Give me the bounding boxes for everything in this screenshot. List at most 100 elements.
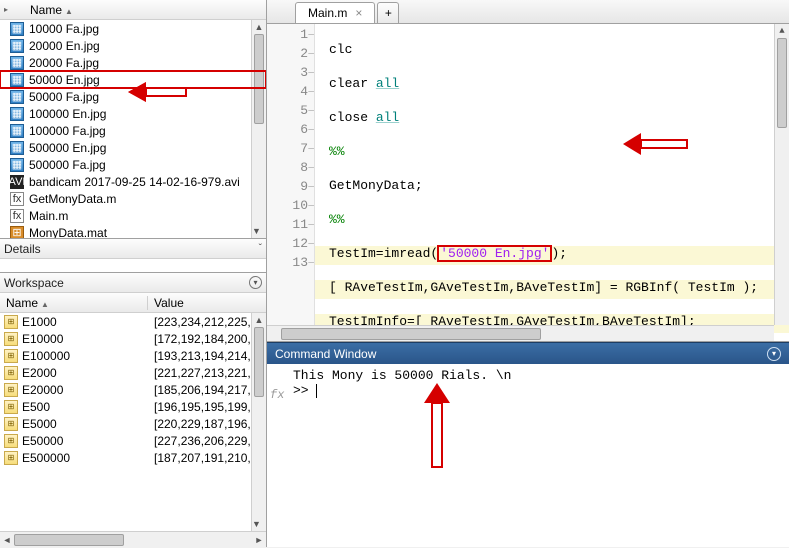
- var-value: [221,227,213,221,203,.: [148, 366, 266, 380]
- var-name: E2000: [22, 366, 57, 380]
- scroll-thumb[interactable]: [14, 534, 124, 546]
- file-row[interactable]: ▦100000 En.jpg: [0, 105, 266, 122]
- fx-icon[interactable]: fx: [270, 388, 284, 402]
- line-number: 11: [267, 217, 314, 236]
- command-window[interactable]: This Mony is 50000 Rials. \n fx >>: [267, 364, 789, 547]
- tab-label: Main.m: [308, 6, 347, 20]
- img-file-icon: ▦: [10, 22, 24, 36]
- command-prompt[interactable]: >>: [273, 383, 783, 398]
- workspace-row[interactable]: ⊞E500[196,195,195,199,180,.: [0, 398, 266, 415]
- file-label: bandicam 2017-09-25 14-02-16-979.avi: [29, 175, 240, 189]
- line-number: 7: [267, 141, 314, 160]
- scroll-up-icon[interactable]: ▲: [252, 20, 266, 34]
- scroll-down-icon[interactable]: ▼: [252, 224, 261, 238]
- file-row[interactable]: fxMain.m: [0, 207, 266, 224]
- scroll-thumb[interactable]: [254, 327, 264, 397]
- command-window-header[interactable]: Command Window ▾: [267, 342, 789, 364]
- details-header[interactable]: Details ˇ: [0, 239, 266, 259]
- tab-main[interactable]: Main.m ×: [295, 2, 375, 23]
- file-row[interactable]: AVIbandicam 2017-09-25 14-02-16-979.avi: [0, 173, 266, 190]
- left-pane: ▸ Name▲ ▦10000 Fa.jpg▦20000 En.jpg▦20000…: [0, 0, 267, 547]
- file-row[interactable]: ▦50000 En.jpg: [0, 71, 266, 88]
- file-row[interactable]: ▦10000 Fa.jpg: [0, 20, 266, 37]
- img-file-icon: ▦: [10, 39, 24, 53]
- details-collapse-icon[interactable]: ˇ: [259, 243, 262, 254]
- editor-hscrollbar[interactable]: [267, 325, 774, 341]
- code-area[interactable]: clc clear all close all %% GetMonyData; …: [315, 24, 789, 341]
- file-label: 100000 En.jpg: [29, 107, 106, 121]
- line-number: 12: [267, 236, 314, 255]
- code-editor[interactable]: 12345678910111213 clc clear all close al…: [267, 24, 789, 342]
- workspace-col-value[interactable]: Value: [148, 296, 266, 310]
- var-value: [185,206,194,217,213,.: [148, 383, 266, 397]
- workspace-header[interactable]: Workspace ▾: [0, 273, 266, 293]
- var-value: [196,195,195,199,180,.: [148, 400, 266, 414]
- line-gutter: 12345678910111213: [267, 24, 315, 341]
- workspace-row[interactable]: ⊞E50000[227,236,206,229,164,.: [0, 432, 266, 449]
- editor-tab-bar: Main.m × +: [267, 0, 789, 24]
- img-file-icon: ▦: [10, 56, 24, 70]
- workspace-hscrollbar[interactable]: ◄ ►: [0, 531, 266, 547]
- line-number: 10: [267, 198, 314, 217]
- scroll-right-icon[interactable]: ►: [252, 532, 266, 548]
- var-name: E500000: [22, 451, 70, 465]
- editor-vscrollbar[interactable]: ▲: [774, 24, 789, 325]
- folder-col-name[interactable]: Name▲: [14, 3, 262, 17]
- workspace-title: Workspace: [4, 276, 64, 290]
- details-body: [0, 259, 266, 273]
- img-file-icon: ▦: [10, 73, 24, 87]
- workspace-row[interactable]: ⊞E2000[221,227,213,221,203,.: [0, 364, 266, 381]
- img-file-icon: ▦: [10, 141, 24, 155]
- file-label: MonyData.mat: [29, 226, 107, 240]
- scroll-up-icon[interactable]: ▲: [775, 24, 789, 38]
- workspace-body: ⊞E1000[223,234,212,225,199,.⊞E10000[172,…: [0, 313, 266, 531]
- workspace-row[interactable]: ⊞E100000[193,213,194,214,165,.: [0, 347, 266, 364]
- command-output: This Mony is 50000 Rials. \n: [273, 368, 783, 383]
- var-value: [223,234,212,225,199,.: [148, 315, 266, 329]
- file-row[interactable]: ▦20000 En.jpg: [0, 37, 266, 54]
- file-row[interactable]: fxGetMonyData.m: [0, 190, 266, 207]
- file-vscrollbar[interactable]: ▲ ▼: [251, 20, 266, 238]
- workspace-row[interactable]: ⊞E10000[172,192,184,200,155,.: [0, 330, 266, 347]
- file-label: 500000 En.jpg: [29, 141, 106, 155]
- img-file-icon: ▦: [10, 124, 24, 138]
- variable-icon: ⊞: [4, 349, 18, 363]
- file-label: 20000 Fa.jpg: [29, 56, 99, 70]
- scroll-thumb[interactable]: [281, 328, 541, 340]
- line-number: 3: [267, 65, 314, 84]
- command-window-actions-icon[interactable]: ▾: [767, 347, 781, 361]
- workspace-actions-icon[interactable]: ▾: [249, 276, 262, 289]
- folder-header: ▸ Name▲: [0, 0, 266, 20]
- workspace-row[interactable]: ⊞E1000[223,234,212,225,199,.: [0, 313, 266, 330]
- line-number: 5: [267, 103, 314, 122]
- scroll-left-icon[interactable]: ◄: [0, 532, 14, 548]
- scroll-down-icon[interactable]: ▼: [252, 517, 261, 531]
- workspace-columns: Name▲ Value: [0, 293, 266, 313]
- var-name: E20000: [22, 383, 63, 397]
- var-value: [187,207,191,210,168,.: [148, 451, 266, 465]
- file-row[interactable]: ▦ 500000 En.jpg: [0, 139, 266, 156]
- workspace-row[interactable]: ⊞ E500000 [187,207,191,210,168,.: [0, 449, 266, 466]
- variable-icon: ⊞: [4, 315, 18, 329]
- file-row[interactable]: ▦100000 Fa.jpg: [0, 122, 266, 139]
- workspace-col-name[interactable]: Name▲: [0, 296, 148, 310]
- line-number: 2: [267, 46, 314, 65]
- close-tab-icon[interactable]: ×: [355, 6, 362, 20]
- workspace-row[interactable]: ⊞E20000[185,206,194,217,213,.: [0, 381, 266, 398]
- file-row[interactable]: ⊞MonyData.mat: [0, 224, 266, 239]
- folder-chevron-icon[interactable]: ▸: [4, 5, 14, 14]
- file-list: ▦10000 Fa.jpg▦20000 En.jpg▦20000 Fa.jpg▦…: [0, 20, 266, 239]
- var-value: [227,236,206,229,164,.: [148, 434, 266, 448]
- variable-icon: ⊞: [4, 451, 18, 465]
- file-row[interactable]: ▦500000 Fa.jpg: [0, 156, 266, 173]
- new-tab-button[interactable]: +: [377, 2, 399, 23]
- scroll-up-icon[interactable]: ▲: [252, 313, 266, 327]
- var-name: E500: [22, 400, 50, 414]
- file-row[interactable]: ▦ 20000 Fa.jpg: [0, 54, 266, 71]
- m-file-icon: fx: [10, 192, 24, 206]
- workspace-row[interactable]: ⊞E5000[220,229,187,196,170,.: [0, 415, 266, 432]
- scroll-thumb[interactable]: [777, 38, 787, 128]
- file-row[interactable]: ▦50000 Fa.jpg: [0, 88, 266, 105]
- workspace-vscrollbar[interactable]: ▲ ▼: [251, 313, 266, 531]
- var-value: [172,192,184,200,155,.: [148, 332, 266, 346]
